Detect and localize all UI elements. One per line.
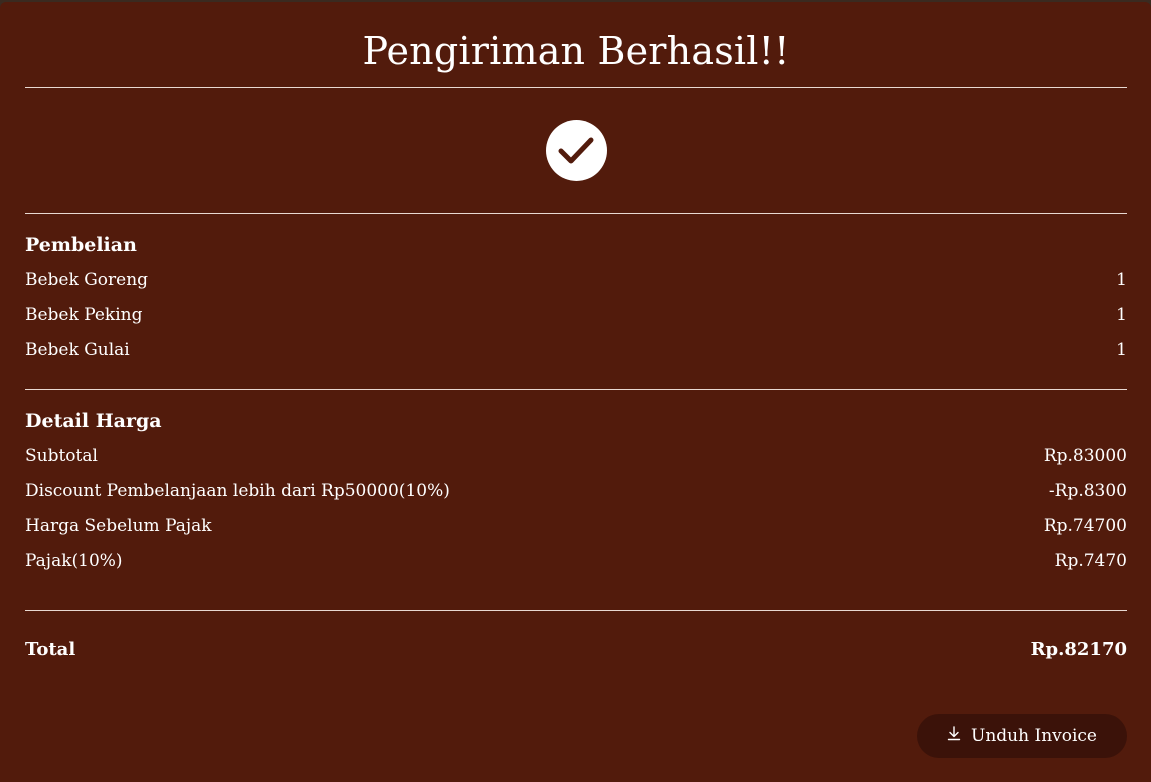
success-modal: Pengiriman Berhasil!! Pembelian Bebek Go… — [0, 2, 1151, 782]
purchase-heading: Pembelian — [25, 234, 137, 256]
list-item: Bebek Goreng 1 — [25, 268, 1127, 303]
modal-title: Pengiriman Berhasil!! — [362, 29, 790, 73]
item-qty: 1 — [1116, 340, 1127, 360]
price-heading: Detail Harga — [25, 410, 162, 432]
item-name: Bebek Goreng — [25, 270, 149, 290]
modal-footer: Unduh Invoice — [917, 714, 1127, 758]
price-value: -Rp.8300 — [1048, 481, 1127, 501]
download-invoice-button[interactable]: Unduh Invoice — [917, 714, 1127, 758]
price-row: Pajak(10%) Rp.7470 — [25, 549, 1127, 584]
price-label: Discount Pembelanjaan lebih dari Rp50000… — [25, 481, 450, 501]
price-row: Discount Pembelanjaan lebih dari Rp50000… — [25, 479, 1127, 514]
price-label: Pajak(10%) — [25, 551, 123, 571]
price-value: Rp.74700 — [1043, 516, 1127, 536]
price-row: Subtotal Rp.83000 — [25, 444, 1127, 479]
success-indicator — [25, 88, 1127, 213]
list-item: Bebek Peking 1 — [25, 303, 1127, 338]
download-label: Unduh Invoice — [971, 726, 1097, 746]
total-row: Total Rp.82170 — [25, 611, 1127, 671]
check-icon — [545, 120, 607, 181]
total-value: Rp.82170 — [1030, 639, 1127, 660]
item-qty: 1 — [1116, 305, 1127, 325]
item-qty: 1 — [1116, 270, 1127, 290]
price-label: Subtotal — [25, 446, 98, 466]
price-section: Detail Harga Subtotal Rp.83000 Discount … — [25, 390, 1127, 610]
price-row: Harga Sebelum Pajak Rp.74700 — [25, 514, 1127, 549]
price-value: Rp.7470 — [1054, 551, 1127, 571]
price-value: Rp.83000 — [1043, 446, 1127, 466]
price-label: Harga Sebelum Pajak — [25, 516, 212, 536]
download-icon — [947, 726, 961, 746]
total-label: Total — [25, 639, 76, 660]
item-name: Bebek Peking — [25, 305, 143, 325]
list-item: Bebek Gulai 1 — [25, 338, 1127, 373]
purchase-section: Pembelian Bebek Goreng 1 Bebek Peking 1 … — [25, 214, 1127, 389]
item-name: Bebek Gulai — [25, 340, 130, 360]
